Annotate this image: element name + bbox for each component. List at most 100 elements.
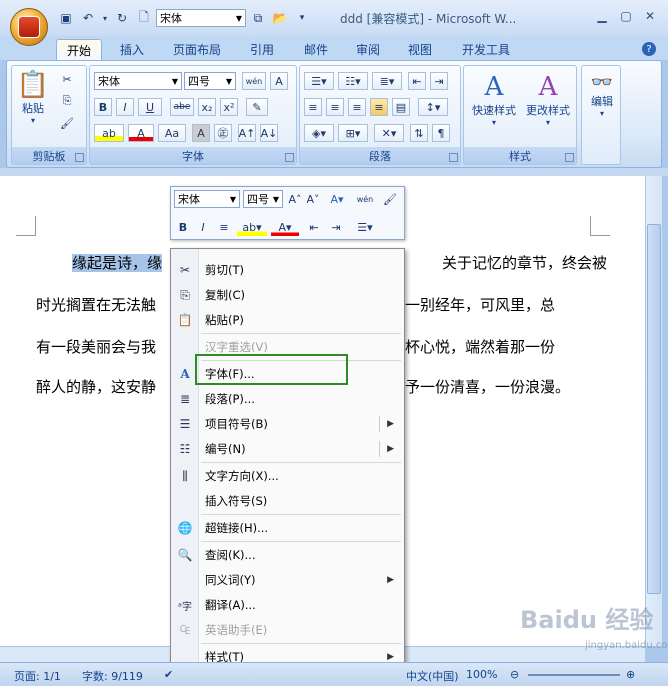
superscript-button[interactable]: x² (220, 98, 238, 116)
print-preview-icon[interactable]: 🗋 (134, 9, 154, 27)
editing-button[interactable]: 👓 编辑 ▾ (584, 72, 620, 118)
font-size-selector[interactable]: 四号 ▼ (184, 72, 236, 90)
menu-item-paste[interactable]: 📋 粘贴(P) (171, 308, 404, 332)
customize-qat-icon[interactable]: ▾ (292, 9, 312, 27)
shrink-font-icon[interactable]: A˅ (305, 190, 321, 208)
borders-icon[interactable]: ⊞▾ (338, 124, 368, 142)
language-indicator[interactable]: 中文(中国) (406, 668, 459, 684)
doc-line-2r[interactable]: 一别经年，可风里，总 (405, 294, 591, 315)
bullets-icon[interactable]: ☰▾ (304, 72, 334, 90)
stack-icon[interactable]: ⧉ (248, 9, 268, 27)
tab-mailings[interactable]: 邮件 (294, 39, 338, 60)
multilevel-list-icon[interactable]: ≣▾ (372, 72, 402, 90)
word-count[interactable]: 字数: 9/119 (82, 668, 143, 684)
mini-bold-button[interactable]: B (175, 218, 191, 236)
justify-icon[interactable]: ≡ (370, 98, 388, 116)
chinese-layout-icon[interactable]: ✕▾ (374, 124, 404, 142)
doc-line-3r[interactable]: 杯心悦，端然着那一份 (405, 336, 591, 357)
menu-item-lookup[interactable]: 🔍 查阅(K)... (171, 543, 404, 567)
numbering-icon[interactable]: ☷▾ (338, 72, 368, 90)
zoom-in-icon[interactable]: ⊕ (626, 668, 635, 681)
bullets-icon[interactable]: ☰▾ (351, 218, 379, 236)
mini-italic-button[interactable]: I (195, 218, 211, 236)
menu-item-bullets[interactable]: ☰ 项目符号(B) ▶ (171, 412, 404, 436)
tab-page-layout[interactable]: 页面布局 (165, 39, 229, 60)
center-icon[interactable]: ≡ (215, 218, 233, 236)
cut-icon[interactable]: ✂ (58, 70, 76, 88)
maximize-icon[interactable]: ▢ (614, 6, 638, 26)
line-spacing-icon[interactable]: ↕▾ (418, 98, 448, 116)
tab-review[interactable]: 审阅 (346, 39, 390, 60)
save-icon[interactable]: ▣ (56, 9, 76, 27)
highlight-color-icon[interactable]: ab (94, 124, 124, 142)
bold-button[interactable]: B (94, 98, 112, 116)
page-count[interactable]: 页面: 1/1 (14, 668, 61, 684)
proofing-icon[interactable]: ✔ (164, 668, 173, 681)
paste-button[interactable]: 📋 粘贴 ▾ (16, 70, 50, 125)
grow-font-icon[interactable]: A˄ (287, 190, 303, 208)
increase-indent-icon[interactable]: ⇥ (327, 218, 345, 236)
enclose-characters-icon[interactable]: ㊣ (214, 124, 232, 142)
clear-formatting-icon[interactable]: ✎ (246, 98, 268, 116)
phonetic-guide-button[interactable]: wén (242, 72, 266, 90)
change-case-button[interactable]: Aa (158, 124, 186, 142)
align-center-icon[interactable]: ≡ (326, 98, 344, 116)
dialog-launcher-icon[interactable] (565, 153, 574, 162)
align-left-icon[interactable]: ≡ (304, 98, 322, 116)
menu-item-english-assistant[interactable]: ₠ 英语助手(E) (171, 618, 404, 642)
highlight-color-icon[interactable]: ab▾ (237, 218, 267, 236)
menu-item-hyperlink[interactable]: 🌐 超链接(H)... (171, 516, 404, 540)
undo-icon[interactable]: ↶ (78, 9, 98, 27)
menu-item-translate[interactable]: ᵃ字 翻译(A)... (171, 593, 404, 617)
zoom-level[interactable]: 100% (466, 668, 497, 681)
font-name-selector[interactable]: 宋体 ▼ (94, 72, 182, 90)
italic-button[interactable]: I (116, 98, 134, 116)
format-painter-icon[interactable]: 🖌 (58, 114, 76, 132)
mini-size-selector[interactable]: 四号 ▼ (243, 190, 283, 208)
menu-item-synonyms[interactable]: 同义词(Y) ▶ (171, 568, 404, 592)
dialog-launcher-icon[interactable] (449, 153, 458, 162)
tab-developer[interactable]: 开发工具 (452, 39, 520, 60)
character-border-button[interactable]: A (270, 72, 288, 90)
menu-item-copy[interactable]: ⎘ 复制(C) (171, 283, 404, 307)
menu-item-insert-symbol[interactable]: 插入符号(S) (171, 489, 404, 513)
vertical-scrollbar[interactable] (645, 176, 662, 646)
styles-icon[interactable]: A▾ (325, 190, 349, 208)
format-painter-icon[interactable]: 🖌 (381, 190, 399, 208)
change-styles-button[interactable]: A 更改样式 ▾ (522, 72, 574, 127)
underline-button[interactable]: U (138, 98, 162, 116)
zoom-out-icon[interactable]: ⊖ (510, 668, 519, 681)
font-color-icon[interactable]: A▾ (271, 218, 299, 236)
grow-font-icon[interactable]: A↑ (238, 124, 256, 142)
qat-font-selector[interactable]: 宋体 ▼ (156, 9, 246, 27)
tab-home[interactable]: 开始 (56, 39, 102, 60)
doc-line-4r[interactable]: 予一份清喜，一份浪漫。 (405, 376, 591, 397)
menu-item-cut[interactable]: ✂ 剪切(T) (171, 258, 404, 282)
dialog-launcher-icon[interactable] (285, 153, 294, 162)
open-folder-icon[interactable]: 📂 (270, 9, 290, 27)
phonetic-icon[interactable]: wén (353, 190, 377, 208)
menu-item-numbering[interactable]: ☷ 编号(N) ▶ (171, 437, 404, 461)
character-shading-icon[interactable]: A (192, 124, 210, 142)
menu-item-paragraph[interactable]: ≣ 段落(P)... (171, 387, 404, 411)
close-icon[interactable]: ✕ (638, 6, 662, 26)
show-marks-icon[interactable]: ¶ (432, 124, 450, 142)
decrease-indent-icon[interactable]: ⇤ (305, 218, 323, 236)
mini-font-selector[interactable]: 宋体 ▼ (174, 190, 240, 208)
tab-insert[interactable]: 插入 (110, 39, 154, 60)
office-button[interactable] (10, 8, 48, 46)
tab-view[interactable]: 视图 (398, 39, 442, 60)
subscript-button[interactable]: x₂ (198, 98, 216, 116)
copy-icon[interactable]: ⎘ (58, 92, 76, 110)
increase-indent-icon[interactable]: ⇥ (430, 72, 448, 90)
distributed-icon[interactable]: ▤ (392, 98, 410, 116)
help-icon[interactable]: ? (642, 42, 656, 56)
minimize-icon[interactable]: ▁ (590, 6, 614, 26)
strikethrough-button[interactable]: abe (170, 98, 194, 116)
menu-item-text-direction[interactable]: ⫼ 文字方向(X)... (171, 464, 404, 488)
dialog-launcher-icon[interactable] (75, 153, 84, 162)
sort-icon[interactable]: ⇅ (410, 124, 428, 142)
shading-icon[interactable]: ◈▾ (304, 124, 334, 142)
shrink-font-icon[interactable]: A↓ (260, 124, 278, 142)
scroll-thumb[interactable] (647, 224, 661, 594)
